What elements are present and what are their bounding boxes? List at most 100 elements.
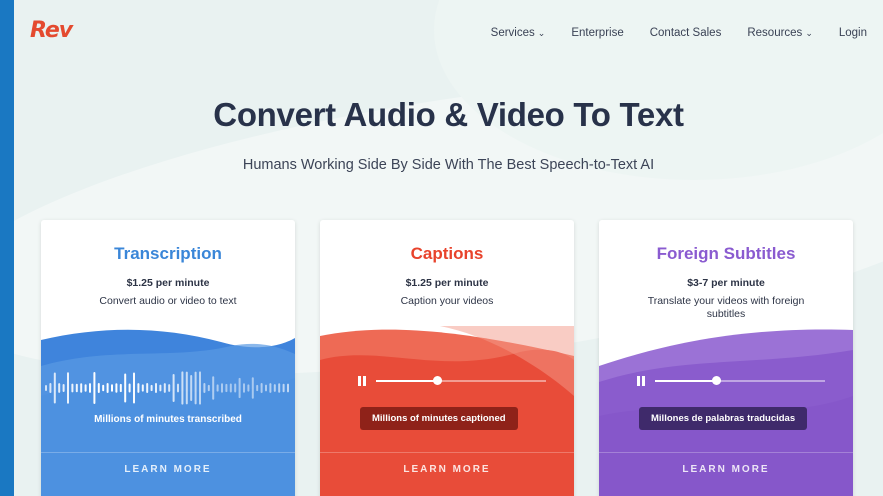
chevron-down-icon: ⌄ [805, 27, 813, 38]
waveform-bar [190, 374, 193, 402]
pause-icon[interactable] [358, 376, 366, 386]
waveform-bar [229, 383, 232, 393]
main-nav: Services ⌄ Enterprise Contact Sales Reso… [465, 27, 867, 39]
learn-more-link[interactable]: LEARN MORE [320, 464, 574, 475]
waveform-bar [141, 384, 144, 392]
card-stat: Millions of minutes transcribed [94, 414, 242, 425]
nav-label: Contact Sales [649, 27, 722, 39]
waveform-bar [203, 383, 206, 393]
waveform-bar [111, 384, 113, 392]
waveform-bar [185, 371, 188, 405]
site-header: Rev Services ⌄ Enterprise Contact Sales … [14, 0, 883, 66]
browser-viewport: Rev Services ⌄ Enterprise Contact Sales … [14, 0, 883, 496]
caption-pill: Millones de palabras traducidas [639, 407, 808, 430]
progress-fill [376, 380, 438, 382]
nav-contact-sales[interactable]: Contact Sales [650, 27, 722, 39]
waveform-bar [80, 383, 83, 393]
card-title: Captions [410, 244, 484, 263]
learn-more-link[interactable]: LEARN MORE [41, 464, 295, 475]
card-title: Foreign Subtitles [656, 244, 796, 263]
waveform-bar [265, 384, 267, 392]
nav-label: Resources [747, 27, 803, 39]
waveform-bar [278, 383, 281, 393]
page-title: Convert Audio & Video To Text [213, 96, 684, 133]
nav-label: Services [490, 27, 535, 39]
waveform-bar [45, 385, 47, 391]
card-divider [41, 452, 295, 453]
waveform-bar [84, 384, 87, 392]
nav-resources[interactable]: Resources ⌄ [747, 27, 813, 39]
waveform-bar [67, 372, 69, 404]
waveform-bar [93, 372, 96, 404]
waveform-bar [128, 383, 131, 393]
nav-login[interactable]: Login [839, 27, 867, 39]
waveform-bar [146, 383, 149, 393]
waveform-bar [287, 383, 289, 393]
waveform-bar [269, 383, 272, 393]
nav-enterprise[interactable]: Enterprise [571, 27, 623, 39]
logo-wordmark: Rev [30, 18, 73, 43]
waveform-bar [251, 377, 254, 399]
waveform-bar [150, 384, 153, 392]
card-title: Transcription [114, 244, 222, 263]
waveform-bar [216, 384, 219, 392]
waveform-bar [247, 384, 250, 392]
card-price: $3-7 per minute [687, 277, 765, 289]
pause-icon[interactable] [637, 376, 645, 386]
card-divider [320, 452, 574, 453]
waveform-bar [137, 383, 140, 393]
card-price: $1.25 per minute [405, 277, 489, 289]
waveform-bar [256, 384, 259, 392]
card-captions[interactable]: Captions $1.25 per minute Caption your v… [320, 220, 574, 496]
waveform-bar [225, 383, 228, 393]
card-divider [599, 452, 853, 453]
caption-pill: Millions of minutes captioned [360, 407, 518, 430]
nav-label: Login [838, 27, 867, 39]
chevron-down-icon: ⌄ [537, 27, 546, 38]
card-description: Caption your videos [400, 295, 494, 307]
card-price: $1.25 per minute [126, 277, 210, 289]
nav-services[interactable]: Services ⌄ [491, 27, 546, 39]
waveform-bar [102, 384, 105, 392]
waveform-bar [97, 383, 100, 393]
waveform-bar [181, 371, 184, 405]
waveform-bar [58, 383, 61, 393]
waveform-bar [106, 383, 109, 393]
waveform-bar [49, 383, 52, 393]
waveform-bar [221, 383, 223, 393]
waveform-bar [172, 374, 175, 402]
waveform-bar [75, 383, 78, 393]
card-foreign-subtitles[interactable]: Foreign Subtitles $3-7 per minute Transl… [599, 220, 853, 496]
waveform-bar [71, 383, 74, 393]
waveform-bar [177, 383, 179, 393]
waveform-bar [199, 371, 201, 405]
waveform-bar [207, 384, 210, 392]
waveform-bar [119, 383, 122, 393]
rev-logo[interactable]: Rev [30, 18, 92, 46]
waveform-bar [168, 384, 171, 392]
waveform-bar [273, 384, 276, 392]
card-description: Convert audio or video to text [99, 295, 237, 307]
waveform-bar [53, 372, 56, 404]
waveform-bar [282, 383, 285, 393]
waveform-bar [260, 383, 263, 393]
waveform-bar [163, 383, 166, 393]
waveform-bar [124, 373, 127, 403]
waveform-graphic [45, 371, 289, 405]
waveform-bar [115, 383, 118, 393]
waveform-bar [212, 376, 215, 400]
nav-label: Enterprise [571, 27, 624, 39]
page-subtitle: Humans Working Side By Side With The Bes… [242, 157, 655, 173]
card-description: Translate your videos with foreign subti… [647, 295, 805, 320]
waveform-bar [194, 371, 197, 405]
waveform-bar [155, 383, 157, 393]
learn-more-link[interactable]: LEARN MORE [599, 464, 853, 475]
waveform-bar [159, 384, 162, 392]
waveform-bar [243, 383, 245, 393]
card-transcription[interactable]: Transcription $1.25 per minute Convert a… [41, 220, 295, 496]
waveform-bar [133, 372, 135, 404]
waveform-bar [238, 377, 241, 399]
progress-fill [655, 380, 717, 382]
waveform-bar [234, 383, 237, 393]
waveform-bar [89, 383, 91, 393]
